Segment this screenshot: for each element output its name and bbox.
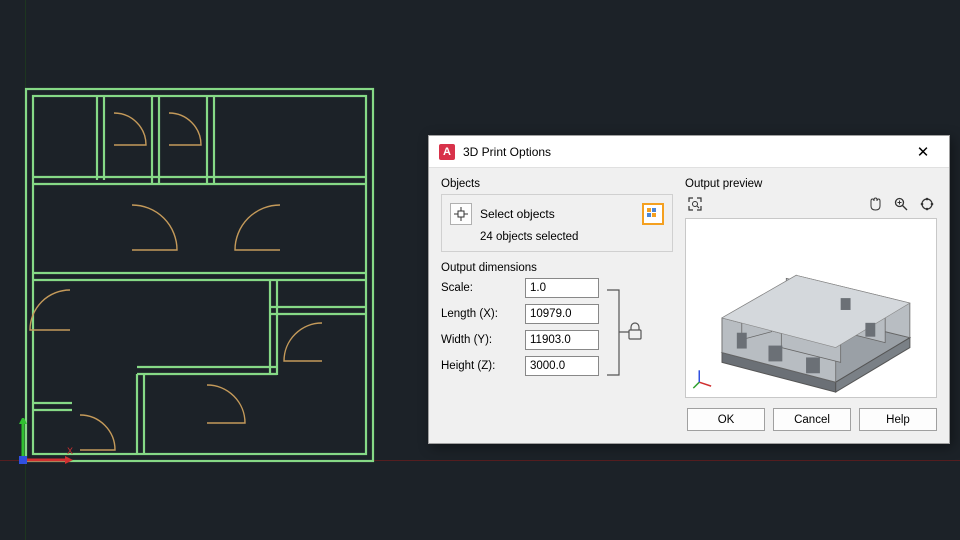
orbit-icon (919, 196, 935, 212)
output-dimensions-label: Output dimensions (441, 262, 673, 274)
preview-toolbar (685, 194, 937, 218)
objects-selected-text: 24 objects selected (480, 231, 664, 243)
width-input[interactable] (525, 330, 599, 350)
length-input[interactable] (525, 304, 599, 324)
height-input[interactable] (525, 356, 599, 376)
cancel-button[interactable]: Cancel (773, 408, 851, 431)
width-label: Width (Y): (441, 334, 519, 346)
lock-bracket-icon (603, 280, 653, 390)
zoom-button[interactable] (891, 194, 911, 214)
quick-select-button[interactable] (642, 203, 664, 225)
dialog-title: 3D Print Options (463, 145, 901, 159)
app-icon (439, 144, 455, 160)
hand-icon (867, 196, 883, 212)
ok-button[interactable]: OK (687, 408, 765, 431)
orbit-button[interactable] (917, 194, 937, 214)
pan-button[interactable] (865, 194, 885, 214)
help-button[interactable]: Help (859, 408, 937, 431)
scale-input[interactable] (525, 278, 599, 298)
scale-label: Scale: (441, 282, 519, 294)
objects-label: Objects (441, 178, 673, 190)
dialog-titlebar[interactable]: 3D Print Options ✕ (429, 136, 949, 168)
zoom-extents-icon (687, 196, 703, 212)
height-label: Height (Z): (441, 360, 519, 372)
select-objects-label: Select objects (480, 207, 555, 221)
svg-text:X: X (67, 446, 73, 456)
select-objects-button[interactable] (450, 203, 472, 225)
floor-plan[interactable] (22, 85, 377, 465)
close-button[interactable]: ✕ (901, 137, 945, 167)
preview-viewport[interactable] (685, 218, 937, 398)
crosshair-icon (454, 207, 468, 221)
zoom-extents-button[interactable] (685, 194, 705, 214)
magnifier-icon (893, 196, 909, 212)
output-preview-label: Output preview (685, 178, 937, 190)
print-options-dialog: 3D Print Options ✕ Objects (428, 135, 950, 444)
quick-select-icon (646, 207, 660, 221)
objects-group: Select objects 24 objects selected (441, 194, 673, 252)
length-label: Length (X): (441, 308, 519, 320)
ucs-axis-icon: X (15, 418, 75, 478)
